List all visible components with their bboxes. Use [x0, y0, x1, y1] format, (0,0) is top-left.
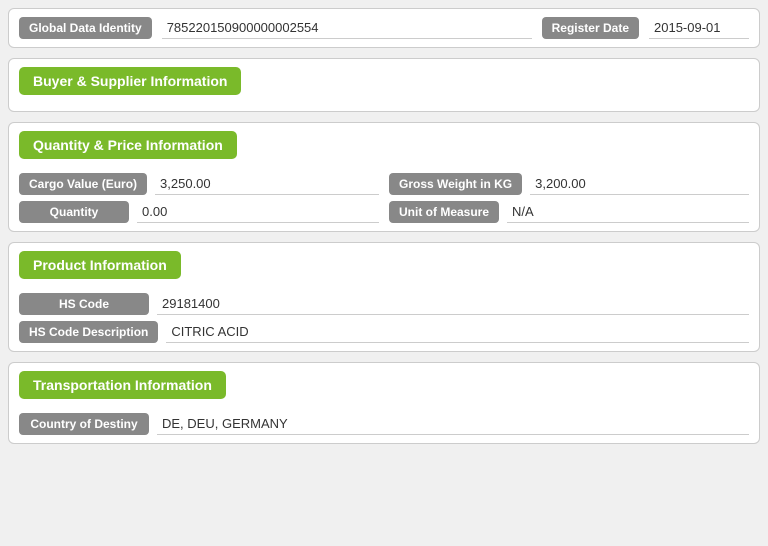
register-date-value: 2015-09-01	[649, 17, 749, 39]
country-of-destiny-label: Country of Destiny	[19, 413, 149, 435]
product-card: Product Information HS Code 29181400 HS …	[8, 242, 760, 352]
identity-card: Global Data Identity 7852201509000000025…	[8, 8, 760, 48]
cargo-value-group: Cargo Value (Euro) 3,250.00	[19, 173, 379, 195]
register-date-label: Register Date	[542, 17, 639, 39]
page-container: Global Data Identity 7852201509000000025…	[0, 0, 768, 546]
country-of-destiny-value: DE, DEU, GERMANY	[157, 413, 749, 435]
hs-code-desc-row: HS Code Description CITRIC ACID	[19, 321, 749, 343]
hs-code-value: 29181400	[157, 293, 749, 315]
hs-code-label: HS Code	[19, 293, 149, 315]
quantity-group: Quantity 0.00	[19, 201, 379, 223]
hs-code-desc-value: CITRIC ACID	[166, 321, 749, 343]
hs-code-desc-label: HS Code Description	[19, 321, 158, 343]
quantity-uom-row: Quantity 0.00 Unit of Measure N/A	[19, 201, 749, 223]
country-of-destiny-row: Country of Destiny DE, DEU, GERMANY	[19, 413, 749, 435]
gross-weight-label: Gross Weight in KG	[389, 173, 522, 195]
cargo-value: 3,250.00	[155, 173, 379, 195]
quantity-value: 0.00	[137, 201, 379, 223]
unit-of-measure-label: Unit of Measure	[389, 201, 499, 223]
cargo-value-label: Cargo Value (Euro)	[19, 173, 147, 195]
identity-row: Global Data Identity 7852201509000000025…	[19, 17, 749, 39]
quantity-price-card: Quantity & Price Information Cargo Value…	[8, 122, 760, 232]
unit-of-measure-group: Unit of Measure N/A	[389, 201, 749, 223]
product-header: Product Information	[19, 251, 181, 279]
unit-of-measure-value: N/A	[507, 201, 749, 223]
transportation-card: Transportation Information Country of De…	[8, 362, 760, 444]
cargo-gross-row: Cargo Value (Euro) 3,250.00 Gross Weight…	[19, 173, 749, 195]
gross-weight-group: Gross Weight in KG 3,200.00	[389, 173, 749, 195]
buyer-supplier-card: Buyer & Supplier Information	[8, 58, 760, 112]
hs-code-row: HS Code 29181400	[19, 293, 749, 315]
global-data-identity-value: 785220150900000002554	[162, 17, 532, 39]
gross-weight-value: 3,200.00	[530, 173, 749, 195]
quantity-label: Quantity	[19, 201, 129, 223]
transportation-header: Transportation Information	[19, 371, 226, 399]
global-data-identity-label: Global Data Identity	[19, 17, 152, 39]
buyer-supplier-header: Buyer & Supplier Information	[19, 67, 241, 95]
quantity-price-header: Quantity & Price Information	[19, 131, 237, 159]
